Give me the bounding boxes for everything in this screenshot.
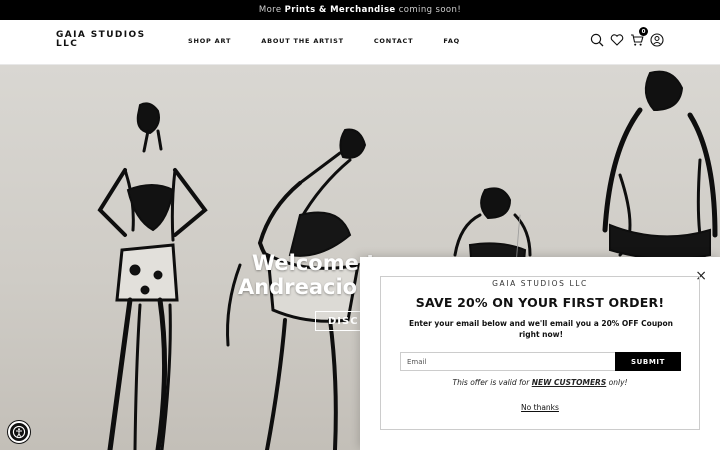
- offer-highlight: NEW CUSTOMERS: [531, 378, 607, 387]
- no-thanks-link[interactable]: No thanks: [381, 403, 699, 412]
- heart-icon[interactable]: [610, 32, 624, 46]
- account-icon[interactable]: [650, 32, 664, 47]
- newsletter-popup: × GAIA STUDIOS LLC SAVE 20% ON YOUR FIRS…: [360, 257, 720, 450]
- search-icon[interactable]: [590, 32, 604, 47]
- announcement-highlight: Prints & Merchandise: [284, 5, 396, 15]
- nav-about-the-artist[interactable]: ABOUT THE ARTIST: [261, 37, 344, 45]
- site-header: GAIA STUDIOS LLC SHOP ART ABOUT THE ARTI…: [0, 20, 720, 65]
- popup-title: SAVE 20% ON YOUR FIRST ORDER!: [415, 295, 665, 310]
- hero-title: Welcome t Andreacio: [238, 251, 377, 299]
- accessibility-icon: [12, 425, 26, 439]
- nav-faq[interactable]: FAQ: [443, 37, 460, 45]
- nav-shop-art[interactable]: SHOP ART: [188, 37, 231, 45]
- hero-title-line1: Welcome t: [252, 251, 377, 275]
- offer-suffix: only!: [608, 378, 628, 387]
- offer-note: This offer is valid for NEW CUSTOMERS on…: [381, 378, 699, 387]
- header-icons: 0: [590, 27, 664, 47]
- announcement-suffix: coming soon!: [398, 5, 462, 15]
- cart-count-badge: 0: [639, 27, 648, 36]
- announcement-prefix: More: [258, 5, 282, 15]
- popup-frame: GAIA STUDIOS LLC SAVE 20% ON YOUR FIRST …: [380, 276, 700, 430]
- popup-brand-text: GAIA STUDIOS LLC: [483, 279, 597, 288]
- hero-title-line2: Andreacio: [238, 275, 358, 299]
- popup-brand: GAIA STUDIOS LLC: [381, 271, 699, 290]
- cart-icon[interactable]: 0: [630, 27, 648, 46]
- email-input[interactable]: [400, 352, 615, 371]
- submit-button[interactable]: SUBMIT: [615, 352, 681, 371]
- nav-contact[interactable]: CONTACT: [374, 37, 414, 45]
- logo[interactable]: GAIA STUDIOS LLC: [56, 31, 166, 49]
- offer-prefix: This offer is valid for: [452, 378, 530, 387]
- announcement-bar: More Prints & Merchandise coming soon!: [0, 0, 720, 20]
- accessibility-button[interactable]: [8, 421, 30, 443]
- main-nav: SHOP ART ABOUT THE ARTIST CONTACT FAQ: [188, 37, 490, 45]
- popup-description: Enter your email below and we'll email y…: [408, 319, 674, 339]
